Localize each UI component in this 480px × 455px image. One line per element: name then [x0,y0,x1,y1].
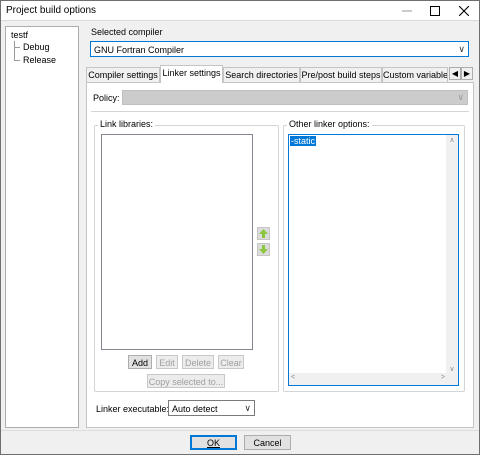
build-target-tree[interactable]: testf Debug Release [5,26,79,428]
separator [1,430,479,431]
close-button[interactable] [451,1,477,21]
tab-scroll-left-button[interactable]: ◀ [449,67,461,80]
arrow-up-icon [259,229,268,238]
maximize-button[interactable] [422,1,448,21]
separator [91,111,469,112]
tab-compiler-settings[interactable]: Compiler settings [86,67,160,82]
horizontal-scrollbar[interactable]: < > [289,373,447,385]
maximize-icon [430,6,440,16]
arrow-down-icon [259,245,268,254]
add-library-button[interactable]: Add [128,355,152,369]
edit-library-button[interactable]: Edit [156,355,178,369]
vertical-scrollbar[interactable]: ∧ ∨ [446,135,458,374]
project-build-options-window: Project build options testf Debug Releas… [0,0,480,455]
move-down-button[interactable] [257,243,270,256]
scroll-right-icon[interactable]: > [441,374,445,381]
copy-selected-to-button[interactable]: Copy selected to... [147,374,225,388]
tab-custom-variables[interactable]: Custom variable [382,67,448,82]
linker-executable-dropdown[interactable]: Auto detect ∨ [168,400,255,416]
scrollbar-corner [446,373,458,385]
tree-connector [14,60,20,61]
other-linker-options-textarea[interactable]: -static ∧ ∨ < > [288,134,459,386]
linker-settings-panel: Policy: ∨ Link libraries: Add Edit Delet… [86,82,474,428]
title-bar: Project build options [1,1,479,21]
selected-compiler-label: Selected compiler [91,27,163,37]
other-linker-options-label: Other linker options: [287,119,372,129]
policy-label: Policy: [93,93,120,103]
tree-item-project[interactable]: testf [11,30,28,40]
linker-executable-value: Auto detect [172,404,218,414]
minimize-icon [402,10,412,12]
chevron-down-icon: ∨ [244,403,251,413]
cancel-button[interactable]: Cancel [244,435,291,450]
window-title: Project build options [6,5,97,16]
link-libraries-label: Link libraries: [98,119,156,129]
triangle-right-icon: ▶ [463,69,471,78]
minimize-button[interactable] [394,1,420,21]
chevron-down-icon: ∨ [458,44,465,54]
policy-dropdown: ∨ [122,90,468,105]
clear-libraries-button[interactable]: Clear [218,355,244,369]
ok-label: OK [206,438,220,448]
tab-search-directories[interactable]: Search directories [223,67,300,82]
tree-connector [14,47,20,48]
tree-connector [14,41,15,61]
tab-linker-settings[interactable]: Linker settings [160,65,223,83]
compiler-dropdown[interactable]: GNU Fortran Compiler ∨ [90,41,469,57]
close-icon [459,6,469,16]
linker-option-text: -static [290,136,317,146]
scroll-up-icon[interactable]: ∧ [446,136,458,144]
delete-library-button[interactable]: Delete [182,355,214,369]
compiler-value: GNU Fortran Compiler [94,45,185,55]
triangle-left-icon: ◀ [451,69,459,78]
tree-item-debug[interactable]: Debug [23,42,50,52]
linker-executable-label: Linker executable: [96,404,170,414]
move-up-button[interactable] [257,227,270,240]
chevron-down-icon: ∨ [457,92,464,102]
cancel-label: Cancel [253,438,282,448]
tab-scroll-right-button[interactable]: ▶ [461,67,473,80]
tree-item-release[interactable]: Release [23,55,56,65]
tab-pre-post-build-steps[interactable]: Pre/post build steps [300,67,382,82]
link-libraries-list[interactable] [101,134,253,350]
scroll-down-icon[interactable]: ∨ [446,365,458,373]
scroll-left-icon[interactable]: < [291,374,295,381]
ok-button[interactable]: OK [190,435,237,450]
